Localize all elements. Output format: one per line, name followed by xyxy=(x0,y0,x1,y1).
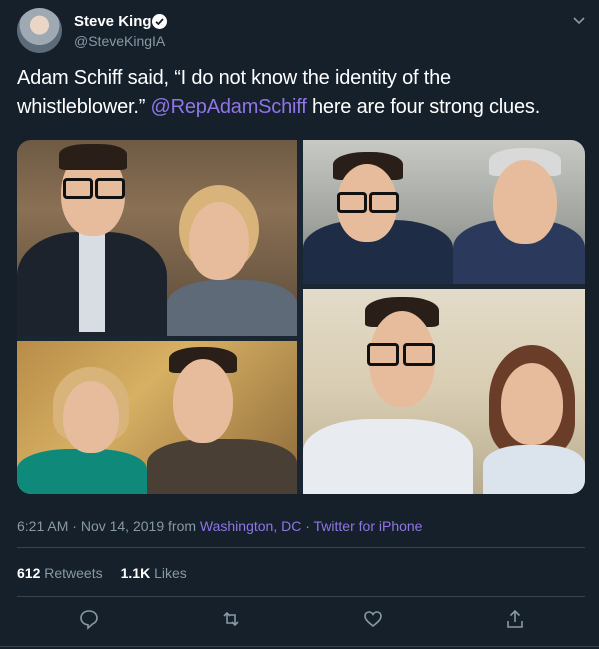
action-bar xyxy=(0,606,599,636)
heart-icon[interactable] xyxy=(362,608,384,630)
share-icon[interactable] xyxy=(504,608,526,630)
divider xyxy=(0,646,599,647)
tweet-time[interactable]: 6:21 AM xyxy=(17,518,68,534)
divider xyxy=(17,547,585,548)
display-name[interactable]: Steve King xyxy=(74,13,152,31)
photo-1[interactable] xyxy=(17,140,297,336)
retweets-stat[interactable]: 612 Retweets xyxy=(17,565,103,581)
media-grid[interactable] xyxy=(17,140,585,494)
tweet-date[interactable]: Nov 14, 2019 xyxy=(81,518,164,534)
photo-3[interactable] xyxy=(17,341,297,494)
likes-label: Likes xyxy=(150,565,187,581)
likes-stat[interactable]: 1.1K Likes xyxy=(121,565,187,581)
tweet-stats: 612 Retweets 1.1K Likes xyxy=(17,565,187,582)
location-link[interactable]: Washington, DC xyxy=(200,518,301,534)
tweet-text: Adam Schiff said, “I do not know the ide… xyxy=(17,64,582,122)
retweets-label: Retweets xyxy=(40,565,103,581)
avatar[interactable] xyxy=(17,8,62,53)
source-link[interactable]: Twitter for iPhone xyxy=(314,518,423,534)
divider xyxy=(17,596,585,597)
photo-2[interactable] xyxy=(303,140,585,284)
reply-icon[interactable] xyxy=(78,608,100,630)
verified-badge-icon xyxy=(152,14,167,29)
photo-4[interactable] xyxy=(303,289,585,494)
retweet-icon[interactable] xyxy=(220,608,242,630)
tweet-header: Steve King @SteveKingIA xyxy=(0,0,599,60)
tweet-text-part: here are four strong clues. xyxy=(306,96,541,118)
meta-from: from xyxy=(164,518,200,534)
user-handle[interactable]: @SteveKingIA xyxy=(74,33,165,50)
likes-count: 1.1K xyxy=(120,565,151,581)
mention-link[interactable]: @RepAdamSchiff xyxy=(151,96,307,118)
meta-separator: · xyxy=(68,518,81,534)
tweet-meta: 6:21 AM · Nov 14, 2019 from Washington, … xyxy=(17,518,422,535)
chevron-down-icon[interactable] xyxy=(572,13,586,25)
meta-separator: · xyxy=(301,518,314,534)
retweets-count: 612 xyxy=(17,565,41,581)
